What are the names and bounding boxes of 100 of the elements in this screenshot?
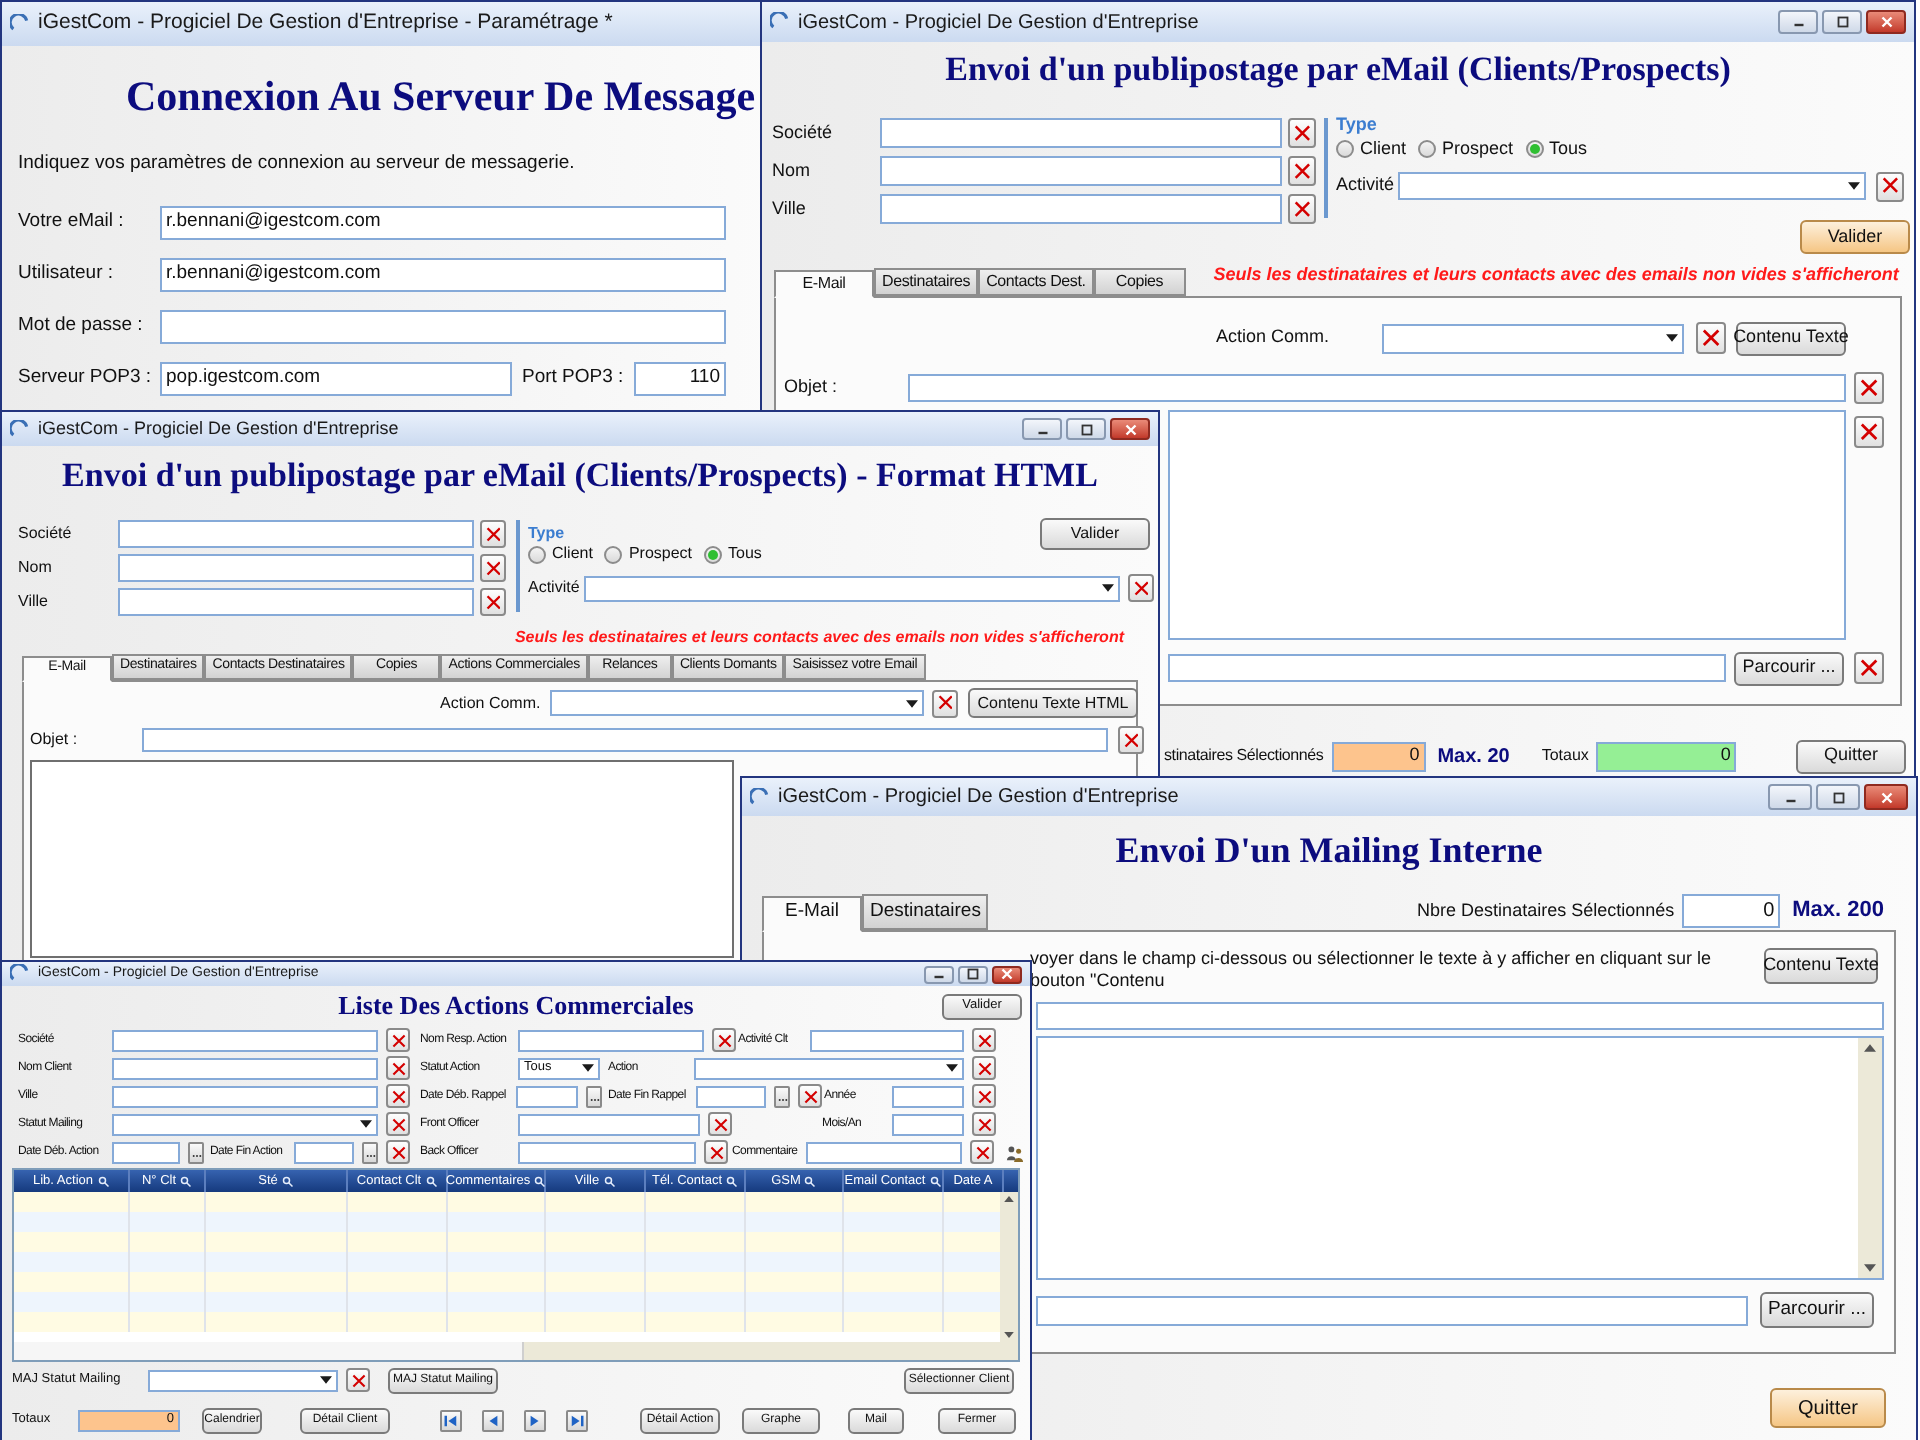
close-button[interactable] xyxy=(992,965,1022,983)
text-field[interactable]: r.bennani@igestcom.com xyxy=(160,206,726,240)
clear-button[interactable] xyxy=(1118,726,1144,754)
clear-button[interactable] xyxy=(386,1112,410,1136)
radio-button[interactable] xyxy=(604,545,623,563)
clear-button[interactable] xyxy=(704,1140,728,1164)
tab[interactable]: E-Mail xyxy=(774,269,874,297)
text-field[interactable] xyxy=(892,1085,964,1107)
clear-button[interactable] xyxy=(712,1028,736,1052)
text-field[interactable] xyxy=(160,310,726,344)
maximize-button[interactable] xyxy=(1066,418,1106,440)
clear-button[interactable] xyxy=(386,1084,410,1108)
scrollbar[interactable] xyxy=(1000,1192,1018,1342)
text-field[interactable] xyxy=(810,1029,964,1051)
scrollbar[interactable] xyxy=(1858,1038,1882,1278)
maximize-button[interactable] xyxy=(1822,10,1862,34)
navigation-button[interactable] xyxy=(440,1409,462,1431)
text-field[interactable] xyxy=(112,1141,180,1163)
text-field[interactable] xyxy=(806,1141,962,1163)
validate-button[interactable]: Valider xyxy=(1040,518,1150,550)
clear-button[interactable] xyxy=(346,1368,370,1392)
clear-button[interactable] xyxy=(386,1056,410,1080)
text-field[interactable] xyxy=(1168,654,1726,682)
clear-button[interactable] xyxy=(1288,118,1316,148)
clear-button[interactable] xyxy=(972,1084,996,1108)
text-field[interactable] xyxy=(696,1085,766,1107)
text-field[interactable] xyxy=(112,1085,378,1107)
clear-button[interactable] xyxy=(972,1028,996,1052)
clear-button[interactable] xyxy=(708,1112,732,1136)
text-field[interactable]: pop.igestcom.com xyxy=(160,362,512,396)
validate-button[interactable]: Valider xyxy=(1800,220,1910,254)
text-field[interactable] xyxy=(892,1113,964,1135)
radio-button[interactable] xyxy=(704,545,723,563)
text-field[interactable] xyxy=(880,194,1282,224)
close-button[interactable] xyxy=(1864,784,1908,810)
clear-button[interactable] xyxy=(1854,415,1884,447)
text-field[interactable]: r.bennani@igestcom.com xyxy=(160,258,726,292)
clear-button[interactable] xyxy=(1876,171,1904,201)
text-field[interactable] xyxy=(1036,1295,1748,1325)
text-field[interactable] xyxy=(516,1085,578,1107)
radio-button[interactable] xyxy=(1525,140,1544,159)
clear-button[interactable] xyxy=(932,689,958,717)
text-field[interactable]: 0 xyxy=(1596,741,1737,771)
clear-button[interactable] xyxy=(970,1140,994,1164)
browse-button[interactable]: Parcourir ... xyxy=(1734,651,1844,685)
clear-button[interactable] xyxy=(1696,322,1726,354)
tab[interactable]: Copies xyxy=(1093,267,1186,295)
clear-button[interactable] xyxy=(798,1084,822,1108)
navigation-button[interactable] xyxy=(482,1409,504,1431)
minimize-button[interactable] xyxy=(924,965,954,983)
close-button[interactable] xyxy=(1866,10,1906,34)
text-field[interactable] xyxy=(118,588,474,616)
text-field[interactable] xyxy=(294,1141,354,1163)
close-button[interactable] xyxy=(1110,418,1150,440)
maximize-button[interactable] xyxy=(1816,784,1860,810)
tab[interactable]: Destinataires xyxy=(862,894,989,930)
people-icon[interactable] xyxy=(1006,1143,1024,1161)
text-field[interactable] xyxy=(518,1113,700,1135)
clear-button[interactable] xyxy=(386,1140,410,1164)
tab[interactable]: Destinataires xyxy=(874,267,979,295)
text-field[interactable] xyxy=(142,728,1108,752)
text-field[interactable] xyxy=(118,554,474,582)
text-field[interactable] xyxy=(518,1141,696,1163)
ellipsis-button[interactable] xyxy=(586,1085,602,1107)
navigation-button[interactable] xyxy=(566,1409,588,1431)
ellipsis-button[interactable] xyxy=(188,1141,204,1163)
clear-button[interactable] xyxy=(1854,371,1884,403)
scrollbar[interactable] xyxy=(14,1342,1018,1360)
clear-button[interactable] xyxy=(1288,156,1316,186)
content-button[interactable]: Contenu Texte xyxy=(1764,948,1878,984)
navigation-button[interactable] xyxy=(524,1409,546,1431)
clear-button[interactable] xyxy=(480,588,506,616)
text-field[interactable] xyxy=(1036,1002,1884,1030)
content-button[interactable]: Contenu Texte HTML xyxy=(968,688,1138,718)
text-field[interactable]: 110 xyxy=(634,362,726,396)
text-field[interactable] xyxy=(518,1029,704,1051)
text-field[interactable] xyxy=(118,520,474,548)
clear-button[interactable] xyxy=(972,1056,996,1080)
text-field[interactable] xyxy=(880,118,1282,148)
text-field[interactable]: 0 xyxy=(1331,741,1426,771)
radio-button[interactable] xyxy=(528,545,546,563)
radio-button[interactable] xyxy=(1336,140,1354,159)
text-field[interactable] xyxy=(112,1029,378,1051)
clear-button[interactable] xyxy=(480,554,506,582)
clear-button[interactable] xyxy=(1854,652,1884,684)
clear-button[interactable] xyxy=(480,520,506,548)
clear-button[interactable] xyxy=(1288,194,1316,224)
text-field[interactable]: 0 xyxy=(1682,894,1781,928)
text-area[interactable] xyxy=(30,760,734,958)
quit-button[interactable]: Quitter xyxy=(1770,1388,1886,1428)
text-field[interactable] xyxy=(112,1057,378,1079)
tab[interactable]: E-Mail xyxy=(762,896,862,932)
ellipsis-button[interactable] xyxy=(774,1085,790,1107)
ellipsis-button[interactable] xyxy=(362,1141,378,1163)
text-field[interactable] xyxy=(880,156,1282,186)
browse-button[interactable]: Parcourir ... xyxy=(1760,1292,1874,1328)
text-field[interactable] xyxy=(908,373,1846,401)
clear-button[interactable] xyxy=(1128,574,1154,602)
quit-button[interactable]: Quitter xyxy=(1796,739,1906,773)
clear-button[interactable] xyxy=(972,1112,996,1136)
